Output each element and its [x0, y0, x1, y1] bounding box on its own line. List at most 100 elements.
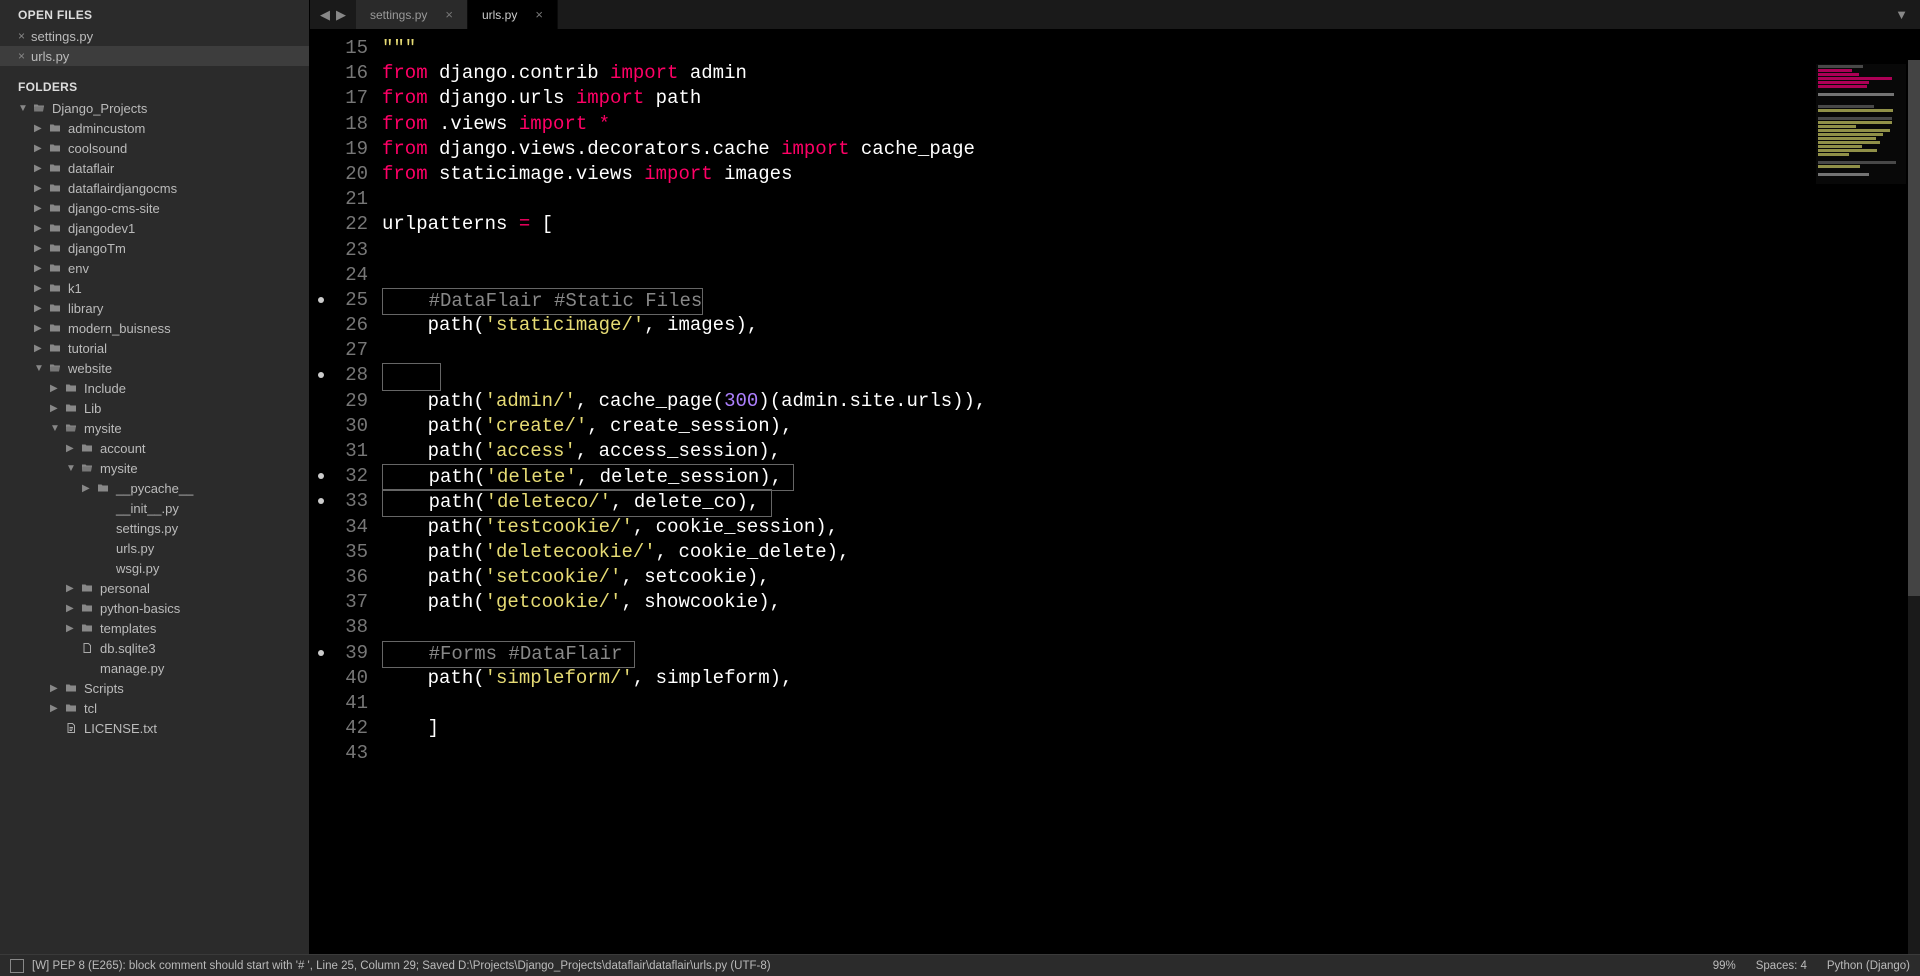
panel-icon[interactable]	[10, 959, 24, 973]
tree-item[interactable]: ▶coolsound	[0, 138, 309, 158]
tree-item[interactable]: manage.py	[0, 658, 309, 678]
code-line[interactable]: #DataFlair #Static Files	[382, 288, 1920, 313]
expand-arrow-icon[interactable]: ▶	[34, 263, 46, 274]
tree-item[interactable]: ▶__pycache__	[0, 478, 309, 498]
tab[interactable]: settings.py×	[356, 0, 468, 29]
tree-item[interactable]: ▼mysite	[0, 458, 309, 478]
nav-back-icon[interactable]: ◀	[320, 7, 330, 23]
expand-arrow-icon[interactable]: ▼	[66, 463, 78, 474]
scrollbar-thumb[interactable]	[1908, 60, 1920, 596]
tree-item[interactable]: ▶dataflair	[0, 158, 309, 178]
tab-close-icon[interactable]: ×	[535, 7, 543, 22]
vertical-scrollbar[interactable]	[1908, 60, 1920, 954]
code-line[interactable]: """	[382, 36, 1920, 61]
code-line[interactable]: from django.contrib import admin	[382, 61, 1920, 86]
tree-item[interactable]: ▶djangoTm	[0, 238, 309, 258]
tree-item[interactable]: ▶modern_buisness	[0, 318, 309, 338]
code-line[interactable]: path('admin/', cache_page(300)(admin.sit…	[382, 389, 1920, 414]
tree-item[interactable]: ▶Include	[0, 378, 309, 398]
code-line[interactable]: path('deletecookie/', cookie_delete),	[382, 540, 1920, 565]
tree-item[interactable]: wsgi.py	[0, 558, 309, 578]
expand-arrow-icon[interactable]: ▶	[34, 203, 46, 214]
expand-arrow-icon[interactable]: ▶	[34, 283, 46, 294]
code-line[interactable]	[382, 338, 1920, 363]
tree-item[interactable]: ▶k1	[0, 278, 309, 298]
code-line[interactable]: from staticimage.views import images	[382, 162, 1920, 187]
expand-arrow-icon[interactable]: ▶	[34, 303, 46, 314]
tab-menu-icon[interactable]: ▼	[1883, 0, 1920, 29]
tree-item[interactable]: __init__.py	[0, 498, 309, 518]
tab[interactable]: urls.py×	[468, 0, 558, 29]
open-file-item[interactable]: ×settings.py	[0, 26, 309, 46]
tree-item[interactable]: ▶personal	[0, 578, 309, 598]
expand-arrow-icon[interactable]: ▶	[50, 403, 62, 414]
code-line[interactable]	[382, 615, 1920, 640]
expand-arrow-icon[interactable]: ▶	[50, 703, 62, 714]
code-line[interactable]: path('deleteco/', delete_co),	[382, 489, 1920, 514]
expand-arrow-icon[interactable]: ▶	[34, 243, 46, 254]
expand-arrow-icon[interactable]: ▶	[34, 163, 46, 174]
code-line[interactable]: path('testcookie/', cookie_session),	[382, 515, 1920, 540]
expand-arrow-icon[interactable]: ▶	[34, 183, 46, 194]
expand-arrow-icon[interactable]: ▶	[66, 623, 78, 634]
code-line[interactable]: ]	[382, 716, 1920, 741]
tree-item[interactable]: ▶templates	[0, 618, 309, 638]
code-line[interactable]: path('getcookie/', showcookie),	[382, 590, 1920, 615]
expand-arrow-icon[interactable]: ▶	[34, 323, 46, 334]
expand-arrow-icon[interactable]: ▶	[34, 143, 46, 154]
expand-arrow-icon[interactable]: ▼	[50, 423, 62, 434]
code-line[interactable]: path('setcookie/', setcookie),	[382, 565, 1920, 590]
code-line[interactable]: urlpatterns = [	[382, 212, 1920, 237]
code-line[interactable]	[382, 238, 1920, 263]
code-line[interactable]: path('create/', create_session),	[382, 414, 1920, 439]
tree-item[interactable]: ▶library	[0, 298, 309, 318]
tree-item[interactable]: ▶account	[0, 438, 309, 458]
tree-item[interactable]: settings.py	[0, 518, 309, 538]
code-line[interactable]	[382, 263, 1920, 288]
code-line[interactable]: #Forms #DataFlair	[382, 641, 1920, 666]
tree-item[interactable]: ▶dataflairdjangocms	[0, 178, 309, 198]
code-line[interactable]	[382, 363, 1920, 388]
expand-arrow-icon[interactable]: ▶	[34, 343, 46, 354]
code-line[interactable]	[382, 691, 1920, 716]
code-line[interactable]: path('staticimage/', images),	[382, 313, 1920, 338]
tree-item[interactable]: ▶env	[0, 258, 309, 278]
code-line[interactable]: path('access', access_session),	[382, 439, 1920, 464]
status-spaces[interactable]: Spaces: 4	[1756, 960, 1807, 972]
tree-item[interactable]: ▶django-cms-site	[0, 198, 309, 218]
tab-close-icon[interactable]: ×	[445, 7, 453, 22]
status-percent[interactable]: 99%	[1713, 960, 1736, 972]
tree-item[interactable]: ▶admincustom	[0, 118, 309, 138]
tree-item[interactable]: ▶tcl	[0, 698, 309, 718]
tree-item[interactable]: ▼website	[0, 358, 309, 378]
nav-forward-icon[interactable]: ▶	[336, 7, 346, 23]
expand-arrow-icon[interactable]: ▶	[66, 603, 78, 614]
open-file-item[interactable]: ×urls.py	[0, 46, 309, 66]
code-line[interactable]: path('simpleform/', simpleform),	[382, 666, 1920, 691]
code-line[interactable]: from .views import *	[382, 112, 1920, 137]
tree-item[interactable]: urls.py	[0, 538, 309, 558]
tree-item[interactable]: ▶djangodev1	[0, 218, 309, 238]
tree-item[interactable]: ▶Scripts	[0, 678, 309, 698]
code-editor[interactable]: 1516171819202122232425262728293031323334…	[310, 30, 1920, 954]
expand-arrow-icon[interactable]: ▶	[50, 383, 62, 394]
close-icon[interactable]: ×	[18, 29, 25, 43]
expand-arrow-icon[interactable]: ▶	[82, 483, 94, 494]
tree-item[interactable]: ▼Django_Projects	[0, 98, 309, 118]
expand-arrow-icon[interactable]: ▼	[34, 363, 46, 374]
tree-item[interactable]: ▶python-basics	[0, 598, 309, 618]
expand-arrow-icon[interactable]: ▶	[34, 223, 46, 234]
status-syntax[interactable]: Python (Django)	[1827, 960, 1910, 972]
code-line[interactable]: from django.views.decorators.cache impor…	[382, 137, 1920, 162]
tree-item[interactable]: LICENSE.txt	[0, 718, 309, 738]
tree-item[interactable]: ▼mysite	[0, 418, 309, 438]
code-line[interactable]: path('delete', delete_session),	[382, 464, 1920, 489]
expand-arrow-icon[interactable]: ▼	[18, 103, 30, 114]
expand-arrow-icon[interactable]: ▶	[50, 683, 62, 694]
code-line[interactable]: from django.urls import path	[382, 86, 1920, 111]
code-line[interactable]	[382, 187, 1920, 212]
expand-arrow-icon[interactable]: ▶	[66, 443, 78, 454]
tree-item[interactable]: ▶Lib	[0, 398, 309, 418]
close-icon[interactable]: ×	[18, 49, 25, 63]
tree-item[interactable]: ▶tutorial	[0, 338, 309, 358]
